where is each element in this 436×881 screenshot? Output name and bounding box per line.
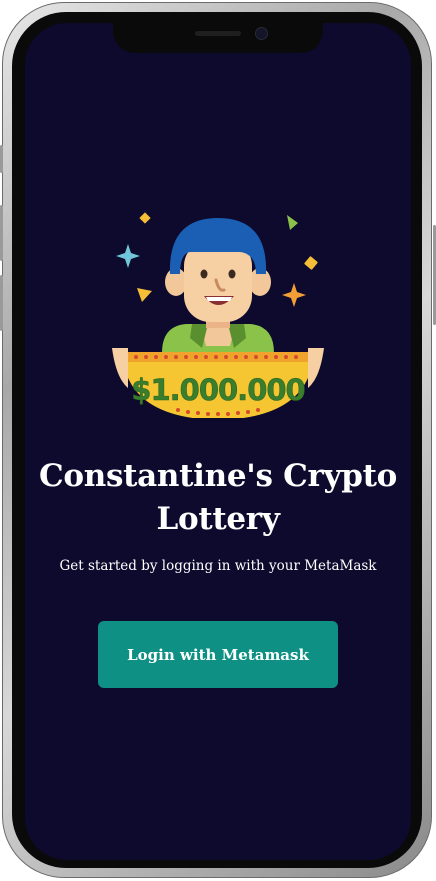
confetti-icon [137,288,152,302]
speaker-grille [195,31,241,36]
login-metamask-button[interactable]: Login with Metamask [98,621,338,688]
notch [113,23,323,53]
page-title: Constantine's Crypto Lottery [38,458,398,537]
prize-amount: $1.000.000 [131,373,304,407]
side-button-left-top [0,145,3,173]
lottery-winner-illustration: $1.000.000 [112,212,324,418]
confetti-icon [139,212,151,224]
sparkle-icon [282,283,306,307]
confetti-icon [304,256,318,270]
sparkle-icon [116,244,140,268]
side-button-left-middle [0,205,3,261]
confetti-icon [287,215,298,230]
app-screen: $1.000.000 Constantine's Crypto Lottery … [25,23,411,860]
page-subtitle: Get started by logging in with your Meta… [59,558,377,574]
side-button-left-bottom [0,275,3,331]
front-camera-icon [255,27,268,40]
